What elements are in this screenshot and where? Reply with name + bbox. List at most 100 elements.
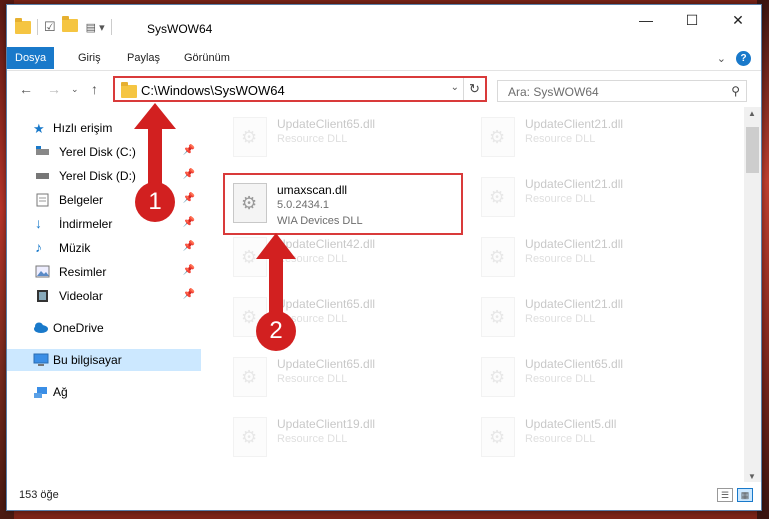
sidebar-item-label: Yerel Disk (C:) [59, 145, 136, 159]
title-bar: ☑ ▤ ▾ SysWOW64 — ☐ ✕ [7, 5, 761, 43]
pin-icon[interactable]: 📌 [183, 289, 195, 300]
pin-icon[interactable]: 📌 [183, 217, 195, 228]
details-view-icon[interactable]: ☰ [717, 488, 733, 502]
file-type: Resource DLL [277, 433, 348, 445]
file-item[interactable]: UpdateClient21.dll Resource DLL [473, 169, 709, 227]
pin-icon[interactable]: 📌 [183, 241, 195, 252]
drive-icon [35, 169, 50, 183]
tab-giris[interactable]: Giriş [69, 47, 110, 69]
file-name: UpdateClient65.dll [277, 357, 376, 371]
dll-file-icon [233, 183, 267, 223]
sidebar-item-downloads[interactable]: ↓ İndirmeler 📌 [7, 213, 201, 235]
network-icon [33, 385, 48, 399]
file-name: UpdateClient21.dll [525, 117, 624, 131]
search-input[interactable]: Ara: SysWOW64 ⚲ [497, 80, 747, 102]
up-arrow-icon[interactable]: ↑ [91, 81, 98, 97]
close-button[interactable]: ✕ [715, 5, 761, 35]
sidebar-item-disk-c[interactable]: Yerel Disk (C:) 📌 [7, 141, 201, 163]
dll-file-icon [481, 237, 515, 277]
back-arrow-icon[interactable]: ← [19, 81, 33, 97]
sidebar-item-network[interactable]: Ağ [7, 381, 201, 403]
sidebar-item-label: İndirmeler [59, 217, 113, 231]
minimize-button[interactable]: — [623, 5, 669, 35]
pin-icon[interactable]: 📌 [183, 193, 195, 204]
divider [110, 19, 112, 35]
file-type: Resource DLL [277, 133, 348, 145]
dll-file-icon [481, 297, 515, 337]
search-icon[interactable]: ⚲ [731, 84, 740, 98]
forward-arrow-icon[interactable]: → [47, 81, 61, 97]
downloads-icon: ↓ [35, 215, 42, 231]
videos-icon [35, 289, 50, 303]
window-title: SysWOW64 [147, 22, 213, 36]
file-item[interactable]: UpdateClient65.dll Resource DLL [473, 349, 709, 407]
tiles-view-icon[interactable]: ▦ [737, 488, 753, 502]
address-path[interactable]: C:\Windows\SysWOW64 [141, 83, 285, 98]
pin-icon[interactable]: 📌 [183, 169, 195, 180]
scroll-down-icon[interactable]: ▼ [748, 472, 756, 481]
file-item[interactable]: UpdateClient65.dll Resource DLL [225, 349, 461, 407]
recent-locations-icon[interactable]: ⌄ [71, 84, 79, 95]
properties-icon[interactable]: ☑ [44, 19, 56, 35]
dll-file-icon [233, 357, 267, 397]
customize-toolbar-icon[interactable]: ▤ ▾ [86, 21, 105, 34]
sidebar-item-this-pc[interactable]: Bu bilgisayar [7, 349, 201, 371]
tab-gorunum[interactable]: Görünüm [175, 47, 239, 69]
sidebar-item-videos[interactable]: Videolar 📌 [7, 285, 201, 307]
file-item[interactable]: UpdateClient42.dll Resource DLL [225, 229, 461, 287]
file-name: UpdateClient65.dll [277, 117, 376, 131]
address-bar[interactable]: C:\Windows\SysWOW64 ⌄ ↻ [113, 76, 487, 102]
help-icon[interactable]: ? [736, 51, 751, 66]
file-item[interactable]: UpdateClient5.dll Resource DLL [473, 409, 709, 467]
status-bar: 153 öğe ☰ ▦ [7, 482, 761, 510]
file-type: Resource DLL [277, 373, 348, 385]
drive-icon [35, 145, 50, 159]
sidebar-item-quick-access[interactable]: ★ Hızlı erişim [7, 117, 201, 139]
step-1-badge: 1 [135, 182, 175, 222]
dll-file-icon [233, 417, 267, 457]
file-version: 5.0.2434.1 [277, 199, 329, 211]
sidebar-item-label: Resimler [59, 265, 107, 279]
sidebar-item-label: Hızlı erişim [53, 121, 113, 135]
pin-icon[interactable]: 📌 [183, 265, 195, 276]
chevron-down-icon[interactable]: ⌄ [451, 82, 459, 93]
sidebar-item-music[interactable]: ♪ Müzik 📌 [7, 237, 201, 259]
refresh-icon[interactable]: ↻ [463, 78, 485, 100]
file-item[interactable]: UpdateClient21.dll Resource DLL [473, 229, 709, 287]
scroll-up-icon[interactable]: ▲ [748, 109, 756, 118]
star-icon: ★ [33, 121, 45, 136]
maximize-button[interactable]: ☐ [669, 5, 715, 35]
file-type: Resource DLL [525, 253, 596, 265]
scrollbar-thumb[interactable] [746, 127, 759, 173]
sidebar-item-disk-d[interactable]: Yerel Disk (D:) 📌 [7, 165, 201, 187]
tab-paylas[interactable]: Paylaş [118, 47, 169, 69]
sidebar-item-label: Bu bilgisayar [53, 353, 122, 367]
sidebar-item-label: Müzik [59, 241, 91, 255]
file-item[interactable]: UpdateClient21.dll Resource DLL [473, 289, 709, 347]
dll-file-icon [481, 117, 515, 157]
file-item-selected[interactable]: umaxscan.dll 5.0.2434.1 WIA Devices DLL [223, 173, 463, 235]
tab-dosya[interactable]: Dosya [7, 47, 55, 69]
expand-ribbon-icon[interactable]: ⌄ [717, 52, 726, 65]
sidebar-item-pictures[interactable]: Resimler 📌 [7, 261, 201, 283]
file-item[interactable]: UpdateClient19.dll Resource DLL [225, 409, 461, 467]
folder-icon [121, 82, 137, 98]
file-name: UpdateClient19.dll [277, 417, 376, 431]
cloud-icon [33, 321, 48, 335]
file-name: UpdateClient21.dll [525, 177, 624, 191]
pin-icon[interactable]: 📌 [183, 145, 195, 156]
file-item[interactable]: UpdateClient21.dll Resource DLL [473, 109, 709, 167]
sidebar-item-onedrive[interactable]: OneDrive [7, 317, 201, 339]
search-placeholder: Ara: SysWOW64 [508, 85, 599, 99]
step-2-badge: 2 [256, 311, 296, 351]
dll-file-icon [233, 117, 267, 157]
file-name: UpdateClient5.dll [525, 417, 617, 431]
navigation-pane: ★ Hızlı erişim Yerel Disk (C:) 📌 Yerel D… [7, 107, 203, 484]
navigation-bar: ← → ⌄ ↑ C:\Windows\SysWOW64 ⌄ ↻ Ara: Sys… [7, 71, 761, 107]
file-list: UpdateClient65.dll Resource DLL umaxscan… [203, 107, 737, 483]
sidebar-item-label: Belgeler [59, 193, 104, 207]
file-item[interactable]: UpdateClient65.dll Resource DLL [225, 109, 461, 167]
new-folder-icon[interactable] [61, 16, 78, 35]
view-switcher: ☰ ▦ [717, 488, 753, 502]
vertical-scrollbar[interactable]: ▲ ▼ [744, 107, 761, 483]
